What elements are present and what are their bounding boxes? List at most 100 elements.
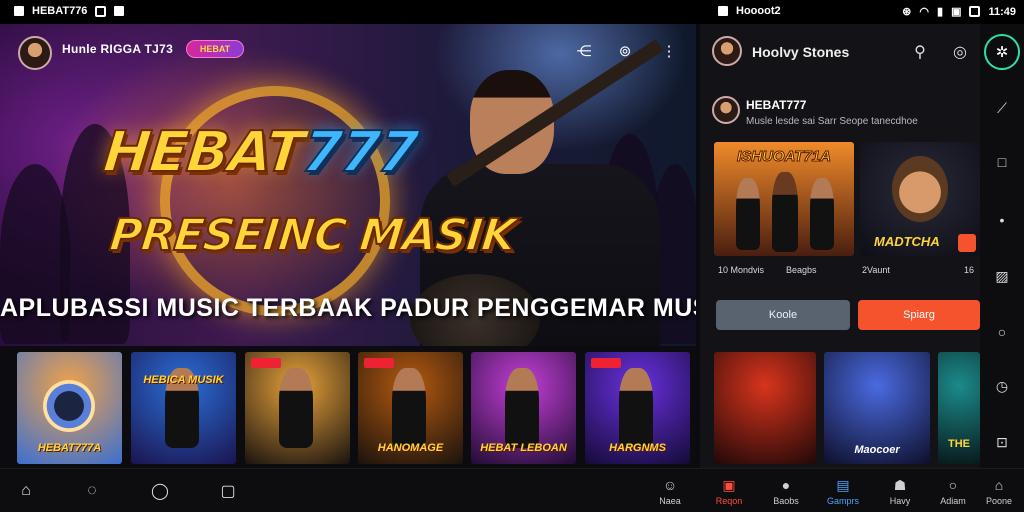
discover-icon[interactable]: ◯	[150, 481, 170, 501]
featured-card[interactable]: MADTCHA	[860, 142, 980, 256]
status-app-label: HEBAT776	[32, 5, 88, 17]
card-meta-right: 16	[964, 265, 975, 275]
thumbnail-card[interactable]: HEBICA MUSIK	[131, 352, 236, 464]
performer-figure	[736, 178, 760, 250]
cast-icon[interactable]: ◎	[950, 42, 970, 62]
nav-item-0[interactable]: ☺ Naea	[642, 477, 698, 506]
primary-button[interactable]: Spiarg	[858, 300, 980, 330]
share-icon[interactable]: ⋲	[575, 42, 593, 60]
status-mid-label: Hoooot2	[736, 5, 781, 17]
thumbnail-card[interactable]: HEBAT LEBOAN	[471, 352, 576, 464]
thumbnail-card[interactable]	[245, 352, 350, 464]
nav-item-4[interactable]: ☗ Havy	[872, 477, 928, 506]
featured-card-title: MADTCHA	[874, 234, 940, 249]
more-vert-icon[interactable]: ⋮	[660, 42, 678, 60]
nav-item-1[interactable]: ▣ Reqon	[701, 477, 757, 506]
secondary-button[interactable]: Koole	[716, 300, 850, 330]
nav-label: Reqon	[715, 496, 743, 506]
thumbnail-caption: HANOMAGE	[377, 442, 444, 454]
small-card[interactable]	[714, 352, 816, 464]
clock-icon[interactable]: ◷	[992, 376, 1012, 396]
small-card[interactable]: Maocoer	[824, 352, 930, 464]
featured-card[interactable]: ISHUOAT71A	[714, 142, 854, 256]
small-card-caption: THE	[948, 438, 970, 450]
screenshot-icon	[95, 5, 107, 17]
nav-label: Gamprs	[826, 496, 859, 506]
side-rail: ✲ ⟋ □ • ▨ ○ ◷ ⊡	[980, 24, 1024, 468]
hero-brand-logo: HEBAT777	[100, 119, 422, 186]
library-icon: ▤	[836, 477, 850, 493]
nav-item-5[interactable]: ○ Adiam	[925, 477, 981, 506]
performer-figure	[772, 172, 798, 252]
notification-icon-3	[718, 6, 728, 16]
performer-figure	[279, 368, 313, 448]
performer-figure	[748, 372, 782, 458]
status-time: 11:49	[988, 5, 1016, 18]
square-icon[interactable]: □	[992, 152, 1012, 172]
search-icon[interactable]: ⚲	[910, 42, 930, 62]
hero-banner[interactable]: HEBAT777 PRESEINC MASIK APLUBASSI MUSIC …	[0, 24, 696, 346]
account-avatar[interactable]	[712, 36, 742, 66]
performer-figure	[619, 368, 653, 448]
circle-icon[interactable]: ○	[992, 322, 1012, 342]
right-panel: Hoolvy Stones ⚲ ◎ HEBAT777 Musle lesde s…	[700, 24, 980, 468]
trending-icon[interactable]: ⟋	[992, 98, 1012, 118]
chat-icon[interactable]: ◌	[82, 481, 102, 501]
thumbnail-caption: HEBAT LEBOAN	[480, 442, 567, 454]
hero-topbar: Hunle RIGGA TJ73 HEBAT ⋲ ⊚ ⋮	[0, 24, 696, 76]
notification-icon	[14, 6, 24, 16]
phone-icon: ⌂	[994, 477, 1004, 493]
app-badge-icon	[958, 234, 976, 252]
location-icon: ○	[948, 477, 958, 493]
thumbnail-row: HEBAT777A HEBICA MUSIK HANOMAGE HEBAT LE…	[0, 346, 696, 468]
small-card-caption: Maocoer	[854, 444, 900, 456]
image-icon[interactable]: ▨	[992, 266, 1012, 286]
nav-item-6[interactable]: ⌂ Poone	[974, 477, 1024, 506]
nav-label: Poone	[985, 496, 1013, 506]
hero-tagline: APLUBASSI MUSIC TERBAAK PADUR PENGGEMAR …	[0, 294, 696, 322]
performer-figure	[505, 368, 539, 448]
region-icon: ▣	[722, 477, 736, 493]
profile-avatar[interactable]	[712, 96, 740, 124]
small-card[interactable]: THE	[938, 352, 980, 464]
shield-icon[interactable]: ⊚	[616, 42, 634, 60]
wifi-icon: ◠	[919, 6, 929, 18]
nfc-icon: ⊛	[902, 6, 912, 18]
profile-description: Musle lesde sai Sarr Seope tanecdhoe	[746, 116, 918, 127]
right-panel-title: Hoolvy Stones	[752, 44, 850, 60]
performer-figure	[392, 368, 426, 448]
channel-name[interactable]: Hunle RIGGA TJ73	[62, 42, 173, 56]
nav-item-2[interactable]: ● Baobs	[758, 477, 814, 506]
active-settings-icon[interactable]: ✲	[984, 34, 1020, 70]
performer-figure	[862, 366, 894, 442]
share-square-icon[interactable]: ⊡	[992, 432, 1012, 452]
nav-label: Naea	[659, 496, 681, 506]
thumbnail-tag	[364, 358, 394, 368]
nav-item-3[interactable]: ▤ Gamprs	[815, 477, 871, 506]
right-panel-header: Hoolvy Stones ⚲ ◎	[700, 24, 980, 78]
profile-icon: ☺	[662, 477, 678, 493]
thumbnail-caption: HEBICA MUSIK	[143, 374, 224, 386]
thumbnail-tag	[591, 358, 621, 368]
channel-badge: HEBAT	[186, 40, 244, 58]
user-icon: ☗	[893, 477, 907, 493]
nav-label: Baobs	[773, 496, 799, 506]
dot-icon[interactable]: •	[992, 210, 1012, 230]
card-meta-left: 10 Mondvis	[718, 265, 765, 275]
profile-name[interactable]: HEBAT777	[746, 98, 806, 112]
thumbnail-card[interactable]: HARGNMS	[585, 352, 690, 464]
message-icon[interactable]: ▢	[218, 481, 238, 501]
battery-saver-icon: ▣	[951, 6, 962, 18]
performer-figure	[810, 178, 834, 250]
signal-icon: ▮	[937, 6, 944, 18]
record-icon: ●	[781, 477, 791, 493]
notification-icon-2	[114, 6, 125, 16]
hero-subtitle: PRESEINC MASIK	[106, 209, 518, 262]
thumbnail-caption: HARGNMS	[609, 442, 666, 454]
featured-card-title: ISHUOAT71A	[737, 148, 832, 166]
home-icon[interactable]: ⌂	[16, 481, 36, 501]
thumbnail-card[interactable]: HEBAT777A	[17, 352, 122, 464]
thumbnail-card[interactable]: HANOMAGE	[358, 352, 463, 464]
channel-avatar[interactable]	[18, 36, 52, 70]
card-meta-left: 2Vaunt	[862, 265, 890, 275]
